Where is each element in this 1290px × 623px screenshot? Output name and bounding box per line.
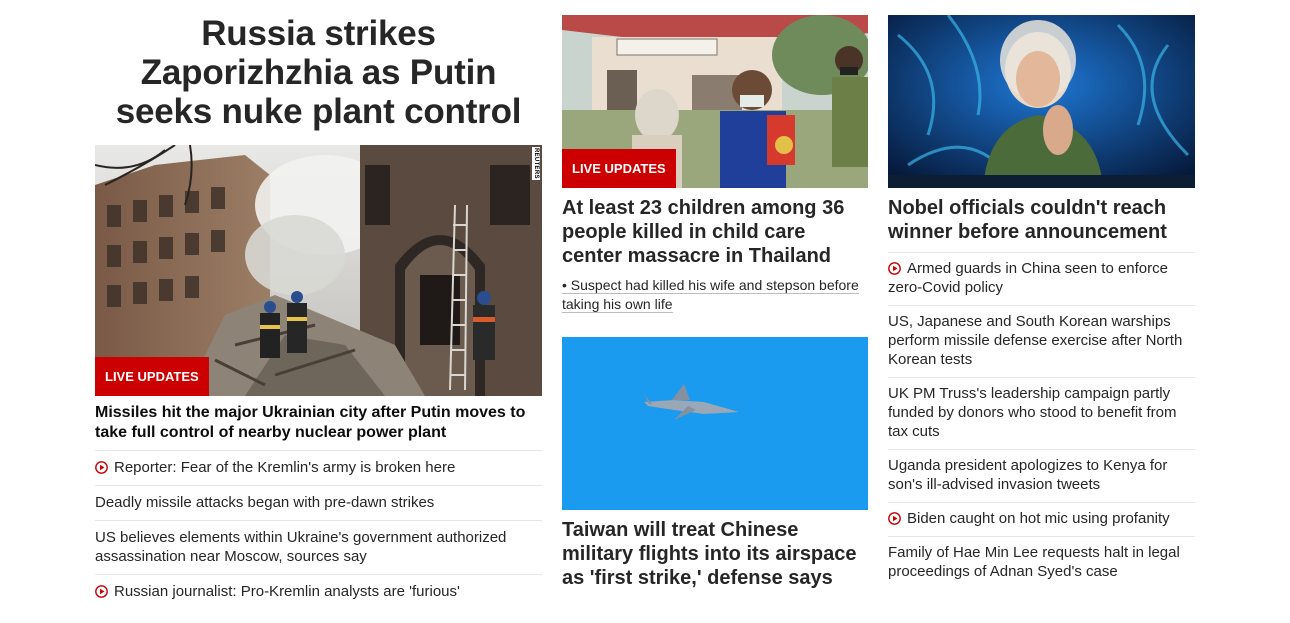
main-headline[interactable]: Russia strikes Zaporizhzhia as Putin see… xyxy=(95,14,542,131)
play-icon xyxy=(888,262,901,275)
related-stories-list: Reporter: Fear of the Kremlin's army is … xyxy=(95,450,542,609)
play-icon xyxy=(95,461,108,474)
nobel-story-title[interactable]: Nobel officials couldn't reach winner be… xyxy=(888,196,1195,244)
nobel-winner-portrait-image xyxy=(888,15,1195,188)
thailand-subhead-link[interactable]: • Suspect had killed his wife and stepso… xyxy=(562,276,868,314)
list-item[interactable]: Uganda president apologizes to Kenya for… xyxy=(888,449,1195,502)
list-item-label: US, Japanese and South Korean warships p… xyxy=(888,313,1183,368)
list-item[interactable]: UK PM Truss's leadership campaign partly… xyxy=(888,377,1195,449)
nobel-photo[interactable] xyxy=(888,15,1195,188)
list-item[interactable]: Deadly missile attacks began with pre-da… xyxy=(95,485,542,520)
list-item-label: Family of Hae Min Lee requests halt in l… xyxy=(888,544,1180,580)
list-item[interactable]: Armed guards in China seen to enforce ze… xyxy=(888,252,1195,305)
taiwan-photo[interactable] xyxy=(562,337,868,510)
more-stories-list: Armed guards in China seen to enforce ze… xyxy=(888,252,1195,589)
list-item[interactable]: Russian journalist: Pro-Kremlin analysts… xyxy=(95,574,542,609)
subhead-label: • Suspect had killed his wife and stepso… xyxy=(562,277,859,313)
live-updates-badge[interactable]: LIVE UPDATES xyxy=(562,149,676,188)
list-item-label: Russian journalist: Pro-Kremlin analysts… xyxy=(114,583,460,600)
list-item[interactable]: US believes elements within Ukraine's go… xyxy=(95,520,542,574)
list-item-label: Biden caught on hot mic using profanity xyxy=(907,510,1170,527)
main-story-column: Russia strikes Zaporizhzhia as Putin see… xyxy=(95,0,542,609)
lead-story-title[interactable]: Missiles hit the major Ukrainian city af… xyxy=(95,403,542,443)
list-item-label: Armed guards in China seen to enforce ze… xyxy=(888,260,1168,296)
list-item-label: Uganda president apologizes to Kenya for… xyxy=(888,457,1168,493)
play-icon xyxy=(888,512,901,525)
list-item-label: US believes elements within Ukraine's go… xyxy=(95,529,507,565)
list-item[interactable]: Reporter: Fear of the Kremlin's army is … xyxy=(95,450,542,485)
tertiary-story-column: Nobel officials couldn't reach winner be… xyxy=(888,0,1195,589)
thailand-story-title[interactable]: At least 23 children among 36 people kil… xyxy=(562,196,868,268)
list-item[interactable]: US, Japanese and South Korean warships p… xyxy=(888,305,1195,377)
list-item-label: Deadly missile attacks began with pre-da… xyxy=(95,494,435,511)
fighter-jet-image xyxy=(562,337,868,510)
taiwan-story-title[interactable]: Taiwan will treat Chinese military fligh… xyxy=(562,518,868,590)
list-item[interactable]: Biden caught on hot mic using profanity xyxy=(888,502,1195,536)
list-item[interactable]: Family of Hae Min Lee requests halt in l… xyxy=(888,536,1195,589)
zaporizhzhia-photo[interactable]: REUTERS LIVE UPDATES xyxy=(95,145,542,396)
list-item-label: UK PM Truss's leadership campaign partly… xyxy=(888,385,1177,440)
photo-credit: REUTERS xyxy=(532,147,540,180)
live-updates-badge[interactable]: LIVE UPDATES xyxy=(95,357,209,396)
secondary-story-column: LIVE UPDATES At least 23 children among … xyxy=(562,0,868,598)
thailand-photo[interactable]: LIVE UPDATES xyxy=(562,15,868,188)
list-item-label: Reporter: Fear of the Kremlin's army is … xyxy=(114,459,456,476)
play-icon xyxy=(95,585,108,598)
